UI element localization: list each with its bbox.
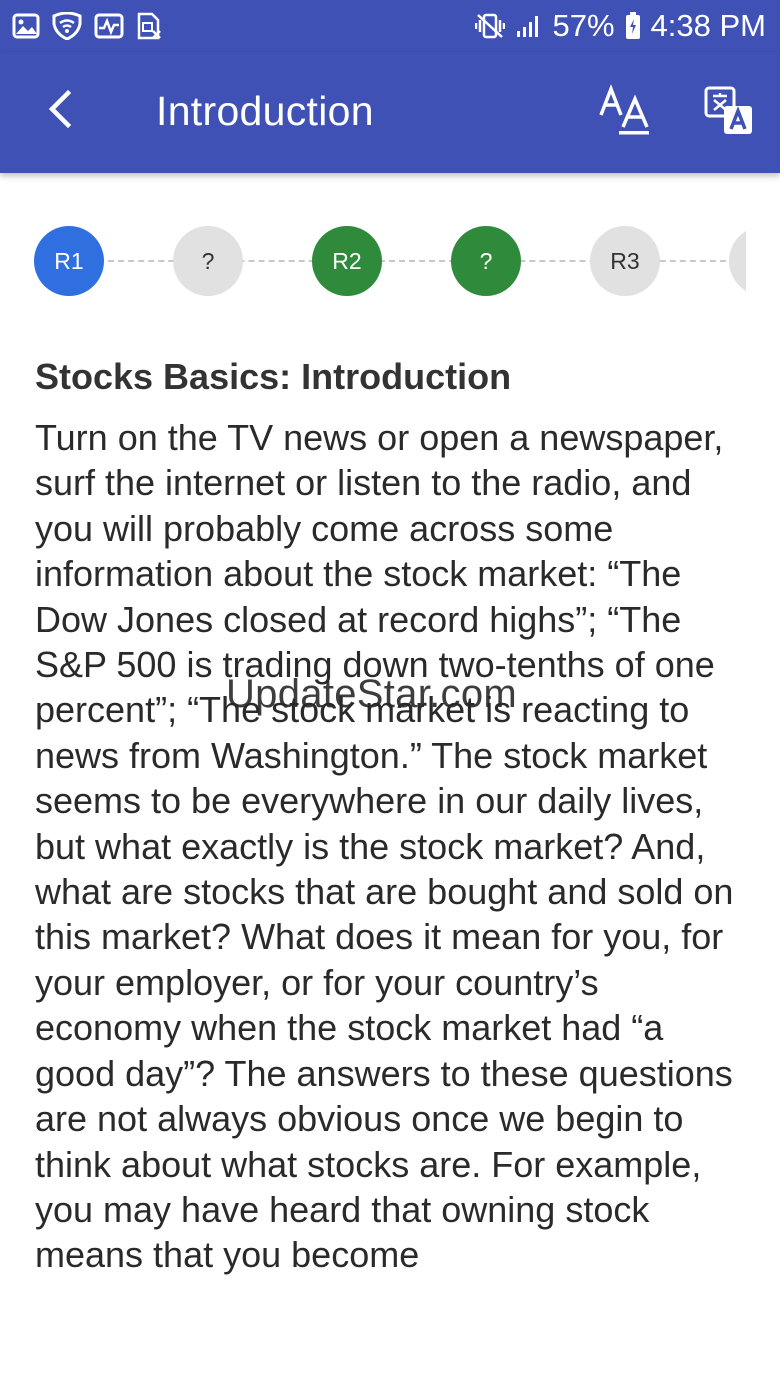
page-title: Introduction <box>156 88 374 134</box>
vibrate-icon <box>474 12 505 40</box>
status-bar: 57% 4:38 PM <box>0 0 780 52</box>
article-heading: Stocks Basics: Introduction <box>35 356 512 397</box>
back-button[interactable] <box>30 79 90 143</box>
article-scroll-area[interactable]: Turn on the TV news or open a newspaper,… <box>35 415 747 1349</box>
battery-icon <box>625 12 641 40</box>
wifi-shield-icon <box>52 12 82 40</box>
app-bar: Introduction <box>0 52 780 173</box>
step-r2[interactable]: R2 <box>312 226 382 296</box>
gallery-icon <box>12 13 40 39</box>
font-size-icon <box>597 83 653 144</box>
battery-percent: 57% <box>552 8 615 43</box>
signal-icon <box>515 13 543 39</box>
font-size-button[interactable] <box>590 78 660 148</box>
translate-button[interactable] <box>694 78 764 148</box>
article-body: Turn on the TV news or open a newspaper,… <box>35 417 734 1276</box>
step-r3[interactable]: R3 <box>590 226 660 296</box>
step-next[interactable] <box>729 226 746 296</box>
chevron-left-icon <box>46 89 74 134</box>
status-right-icons: 57% 4:38 PM <box>474 8 766 44</box>
step-question-2[interactable]: ? <box>451 226 521 296</box>
activity-icon <box>94 13 124 39</box>
status-time: 4:38 PM <box>650 8 766 43</box>
translate-icon <box>704 86 754 141</box>
status-left-icons <box>12 12 162 40</box>
step-question-1[interactable]: ? <box>173 226 243 296</box>
progress-stepper: R1 ? R2 ? R3 <box>34 226 746 296</box>
step-r1[interactable]: R1 <box>34 226 104 296</box>
sim-icon <box>136 12 162 40</box>
